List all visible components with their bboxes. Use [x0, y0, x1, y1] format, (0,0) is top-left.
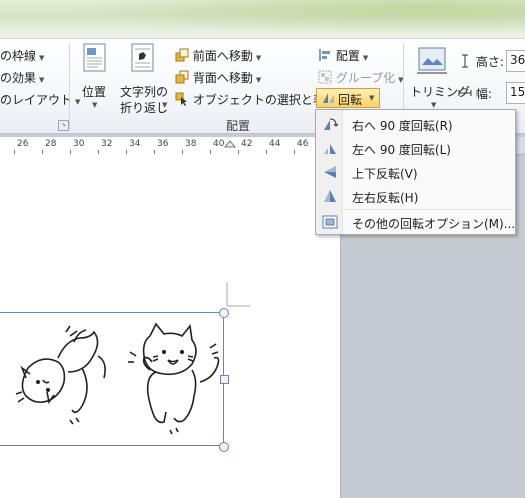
- group-button[interactable]: グループ化 ▼: [318, 69, 404, 86]
- resize-handle-top-right[interactable]: [219, 308, 229, 318]
- menu-item-label: その他の回転オプション(M)...: [352, 217, 516, 231]
- chevron-down-icon: ▼: [369, 94, 375, 102]
- align-left-icon: [319, 49, 330, 61]
- more-rotation-options-icon: [322, 215, 338, 229]
- position-label: 位置: [82, 85, 107, 99]
- selected-picture[interactable]: [0, 308, 229, 452]
- crop-button[interactable]: トリミング ▼: [410, 43, 470, 119]
- width-field-row: 幅:: [458, 85, 492, 102]
- wrap-text-button[interactable]: 文字列の 折り返し ▼: [118, 43, 170, 119]
- rotate-label: 回転: [338, 93, 363, 107]
- bring-forward-icon: [175, 48, 189, 62]
- shape-outline-button[interactable]: の枠線 ▼: [0, 47, 44, 64]
- ruler-label: 44: [269, 139, 281, 149]
- selection-pane-icon: [175, 92, 187, 106]
- height-label: 高さ:: [475, 55, 504, 69]
- ruler-label: 40: [213, 139, 225, 149]
- width-input[interactable]: 15: [506, 82, 525, 104]
- send-backward-icon: [175, 70, 189, 84]
- width-icon: [458, 90, 472, 96]
- title-bar-background: [0, 0, 525, 38]
- bring-forward-label: 前面へ移動: [192, 49, 253, 63]
- shape-outline-label: の枠線: [0, 49, 37, 63]
- height-input[interactable]: 36: [506, 50, 525, 72]
- menu-item-label: 左右反転(H): [352, 191, 419, 205]
- resize-handle-right[interactable]: [220, 375, 229, 384]
- group-label: グループ化: [335, 71, 396, 85]
- horizontal-ruler: 26 28 30 32 34 36 38 40 42 44 46: [0, 137, 340, 155]
- menu-item-flip-vertical[interactable]: 上下反転(V): [316, 160, 515, 184]
- align-button[interactable]: 配置 ▼: [318, 47, 368, 64]
- chevron-down-icon: ▼: [92, 101, 98, 109]
- flip-horizontal-icon: [324, 190, 336, 202]
- chevron-down-icon: ▼: [362, 54, 369, 62]
- shape-effects-label: の効果: [0, 71, 37, 85]
- width-label: 幅:: [475, 87, 492, 101]
- selection-pane-button[interactable]: オブジェクトの選択と表示: [175, 91, 337, 108]
- menu-item-label: 右へ 90 度回転(R): [352, 119, 453, 133]
- menu-item-rotate-left-90[interactable]: 左へ 90 度回転(L): [316, 136, 515, 160]
- ruler-label: 28: [45, 139, 57, 149]
- wrap-text-icon: [131, 43, 154, 72]
- cats-illustration: [15, 322, 220, 435]
- chevron-down-icon: ▼: [162, 101, 168, 109]
- chevron-down-icon: ▼: [431, 101, 437, 109]
- rotate-dropdown-menu: 右へ 90 度回転(R) 左へ 90 度回転(L) 上下反転(V) 左右反転(H…: [315, 109, 516, 235]
- resize-handle-bottom-right[interactable]: [219, 442, 229, 452]
- menu-item-label: 左へ 90 度回転(L): [352, 143, 451, 157]
- page-corner-mark: [226, 282, 250, 307]
- bring-forward-button[interactable]: 前面へ移動 ▼: [175, 47, 261, 64]
- menu-item-more-rotation-options[interactable]: その他の回転オプション(M)...: [316, 210, 515, 234]
- group-objects-icon: [318, 70, 332, 84]
- shape-effects-button[interactable]: の効果 ▼: [0, 69, 44, 86]
- chevron-down-icon: ▼: [255, 76, 262, 84]
- rotate-icon: [323, 93, 334, 103]
- menu-item-label: 上下反転(V): [352, 167, 418, 181]
- title-bar: [0, 0, 525, 38]
- wrap-text-label-line2: 折り返し: [120, 101, 169, 115]
- send-backward-button[interactable]: 背面へ移動 ▼: [175, 69, 261, 86]
- position-button[interactable]: 位置 ▼: [80, 43, 110, 113]
- document-page[interactable]: [0, 154, 341, 498]
- ruler-label: 26: [17, 139, 29, 149]
- dialog-launcher-icon[interactable]: ↘: [58, 120, 69, 131]
- ruler-label: 34: [129, 139, 141, 149]
- menu-item-rotate-right-90[interactable]: 右へ 90 度回転(R): [316, 112, 515, 136]
- group-separator: [69, 43, 70, 129]
- chevron-down-icon: ▼: [255, 54, 262, 62]
- indent-marker-icon[interactable]: [224, 139, 236, 149]
- menu-item-flip-horizontal[interactable]: 左右反転(H): [316, 184, 515, 208]
- position-icon: [83, 43, 106, 72]
- flip-vertical-icon: [324, 166, 336, 178]
- height-icon: [462, 54, 468, 68]
- align-label: 配置: [335, 49, 360, 63]
- ruler-label: 38: [185, 139, 197, 149]
- ruler-label: 36: [157, 139, 169, 149]
- ruler-label: 30: [73, 139, 85, 149]
- chevron-down-icon: ▼: [39, 54, 45, 62]
- send-backward-label: 背面へ移動: [192, 71, 253, 85]
- wrap-text-label-line1: 文字列の: [120, 85, 169, 99]
- arrange-group-label: 配置: [226, 119, 251, 133]
- width-value: 15: [510, 85, 525, 99]
- picture-layout-label: のレイアウト: [0, 93, 73, 107]
- height-field-row: 高さ:: [458, 53, 504, 70]
- ruler-label: 42: [241, 139, 253, 149]
- ruler-label: 32: [101, 139, 113, 149]
- rotate-left-90-icon: [324, 144, 336, 154]
- crop-icon: [417, 47, 447, 74]
- chevron-down-icon: ▼: [39, 76, 45, 84]
- height-value: 36: [510, 53, 525, 67]
- ruler-label: 46: [297, 139, 309, 149]
- rotate-right-90-icon: [324, 118, 338, 130]
- rotate-button[interactable]: 回転 ▼: [316, 88, 380, 108]
